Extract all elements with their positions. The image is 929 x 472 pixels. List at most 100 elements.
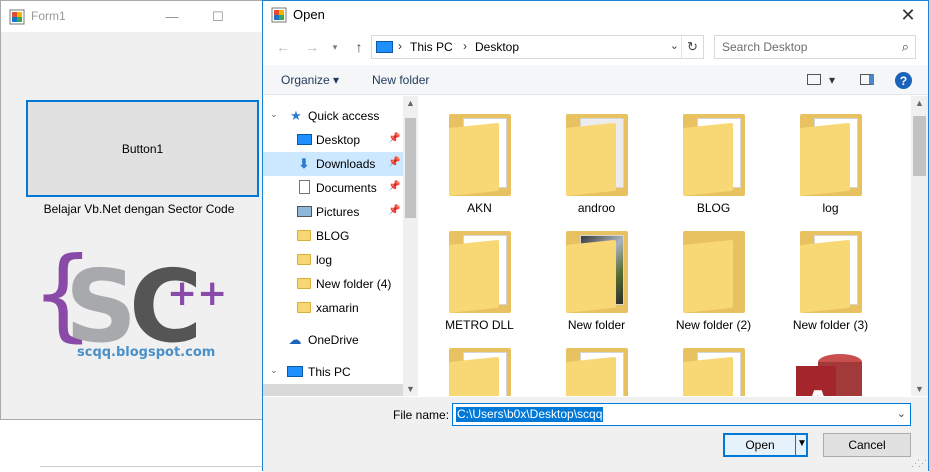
scroll-thumb[interactable] — [405, 118, 416, 218]
chevron-down-icon[interactable]: ⌄ — [670, 39, 679, 52]
file-item-log[interactable]: log — [772, 96, 889, 215]
file-item-new-folder-2[interactable]: New folder (2) — [655, 213, 772, 332]
scroll-down-icon[interactable]: ▼ — [915, 384, 924, 394]
folder-icon — [566, 231, 628, 313]
refresh-icon[interactable]: ↻ — [681, 36, 703, 58]
file-item-partial[interactable] — [655, 330, 772, 396]
resize-grip-icon[interactable]: ⋰⋰ — [911, 458, 927, 469]
file-item-metro-dll[interactable]: METRO DLL — [421, 213, 538, 332]
nav-item-pictures[interactable]: Pictures 📌 — [263, 200, 403, 224]
cancel-button[interactable]: Cancel — [823, 433, 911, 457]
pictures-icon — [296, 204, 312, 219]
open-dialog: Open ✕ ← → ▾ ↑ › This PC › Desktop ⌄ ↻ S… — [262, 0, 929, 472]
nav-scrollbar[interactable]: ▲ ▼ — [403, 96, 418, 396]
file-item-access-database[interactable]: A — [772, 330, 889, 396]
this-pc-icon — [376, 41, 393, 53]
file-list-scrollbar[interactable]: ▲ ▼ — [911, 96, 928, 396]
back-arrow-icon[interactable]: ← — [271, 36, 295, 58]
search-placeholder: Search Desktop — [722, 40, 808, 54]
svg-text:A: A — [802, 381, 834, 396]
close-icon[interactable]: ✕ — [888, 1, 928, 29]
nav-item-xamarin[interactable]: xamarin — [263, 296, 403, 320]
file-item-new-folder[interactable]: New folder — [538, 213, 655, 332]
app-icon — [271, 7, 287, 23]
minimize-icon[interactable]: — — [149, 1, 195, 32]
documents-icon — [296, 180, 312, 195]
folder-icon — [800, 114, 862, 196]
pin-icon[interactable]: 📌 — [388, 157, 400, 168]
recent-locations-chevron-icon[interactable]: ▾ — [323, 36, 347, 58]
file-item-akn[interactable]: AKN — [421, 96, 538, 215]
organize-label: Organize — [281, 73, 330, 87]
expand-chevron-icon[interactable]: ⌄ — [270, 109, 278, 120]
nav-item-log[interactable]: log — [263, 248, 403, 272]
nav-item-label: OneDrive — [308, 333, 359, 347]
open-button[interactable]: Open ▼ — [723, 433, 808, 457]
nav-item-this-pc[interactable]: ⌄ This PC — [263, 360, 403, 384]
nav-item-label: Desktop — [316, 133, 361, 147]
search-icon[interactable]: ⌕ — [902, 39, 909, 55]
organize-button[interactable]: Organize ▾ — [281, 73, 339, 87]
open-dropdown-chevron-icon[interactable]: ▼ — [797, 438, 807, 449]
scroll-thumb[interactable] — [913, 116, 926, 176]
folder-icon — [683, 114, 745, 196]
button1[interactable]: Button1 — [26, 100, 259, 197]
nav-item-label: New folder (4) — [316, 277, 392, 291]
nav-item-quick-access[interactable]: ⌄ ★ Quick access — [263, 104, 403, 128]
nav-item-blog[interactable]: BLOG — [263, 224, 403, 248]
chevron-down-icon[interactable]: ⌄ — [897, 407, 906, 420]
breadcrumb-separator-icon[interactable]: › — [398, 39, 402, 53]
new-folder-button[interactable]: New folder — [372, 73, 429, 87]
scroll-up-icon[interactable]: ▲ — [915, 98, 924, 108]
nav-item-new-folder-4[interactable]: New folder (4) — [263, 272, 403, 296]
split-divider — [795, 435, 796, 455]
pin-icon[interactable]: 📌 — [388, 181, 400, 192]
nav-item-desktop[interactable]: Desktop 📌 — [263, 128, 403, 152]
file-name-input[interactable]: C:\Users\b0x\Desktop\scqq ⌄ — [452, 403, 911, 426]
file-item-partial[interactable] — [421, 330, 538, 396]
up-arrow-icon[interactable]: ↑ — [347, 36, 371, 58]
breadcrumb-this-pc[interactable]: This PC — [410, 40, 453, 54]
forward-arrow-icon[interactable]: → — [300, 36, 324, 58]
maximize-icon[interactable]: ☐ — [195, 1, 241, 32]
file-item-blog[interactable]: BLOG — [655, 96, 772, 215]
folder-icon — [566, 348, 628, 396]
access-database-icon: A — [794, 348, 864, 396]
form1-titlebar[interactable]: Form1 — ☐ — [1, 1, 271, 32]
nav-item-label: This PC — [308, 365, 351, 379]
breadcrumb-separator-icon[interactable]: › — [463, 39, 467, 53]
file-item-new-folder-3[interactable]: New folder (3) — [772, 213, 889, 332]
open-button-label: Open — [745, 438, 775, 452]
folder-icon — [296, 228, 312, 243]
file-name-value: C:\Users\b0x\Desktop\scqq — [456, 407, 604, 422]
folder-icon — [296, 300, 312, 315]
file-item-androo[interactable]: androo — [538, 96, 655, 215]
pin-icon[interactable]: 📌 — [388, 133, 400, 144]
scroll-down-icon[interactable]: ▼ — [406, 384, 415, 394]
app-icon — [9, 9, 25, 25]
view-options-chevron-icon[interactable]: ▾ — [829, 73, 835, 87]
nav-item-label: Pictures — [316, 205, 360, 219]
dialog-titlebar[interactable]: Open ✕ — [263, 1, 928, 29]
nav-item-onedrive[interactable]: ☁ OneDrive — [263, 328, 403, 352]
change-view-icon[interactable] — [807, 74, 821, 85]
help-icon[interactable]: ? — [895, 72, 912, 89]
logo-url-text: scqq.blogspot.com — [77, 345, 216, 360]
cloud-icon: ☁ — [288, 332, 302, 347]
nav-item-downloads[interactable]: ⬇ Downloads 📌 — [263, 152, 403, 176]
svg-text:++: ++ — [167, 273, 227, 314]
nav-item-label: xamarin — [316, 301, 359, 315]
breadcrumb-desktop[interactable]: Desktop — [475, 40, 519, 54]
address-bar[interactable]: › This PC › Desktop ⌄ ↻ — [371, 35, 704, 59]
file-item-partial[interactable] — [538, 330, 655, 396]
desktop-icon — [296, 132, 312, 147]
folder-icon — [296, 252, 312, 267]
expand-chevron-icon[interactable]: ⌄ — [270, 365, 278, 376]
nav-item-documents[interactable]: Documents 📌 — [263, 176, 403, 200]
pin-icon[interactable]: 📌 — [388, 205, 400, 216]
nav-item-label: Downloads — [316, 157, 376, 171]
search-box[interactable]: Search Desktop ⌕ — [714, 35, 916, 59]
preview-pane-icon[interactable] — [860, 74, 874, 85]
scroll-up-icon[interactable]: ▲ — [406, 98, 415, 108]
nav-item-partial[interactable] — [263, 384, 403, 396]
